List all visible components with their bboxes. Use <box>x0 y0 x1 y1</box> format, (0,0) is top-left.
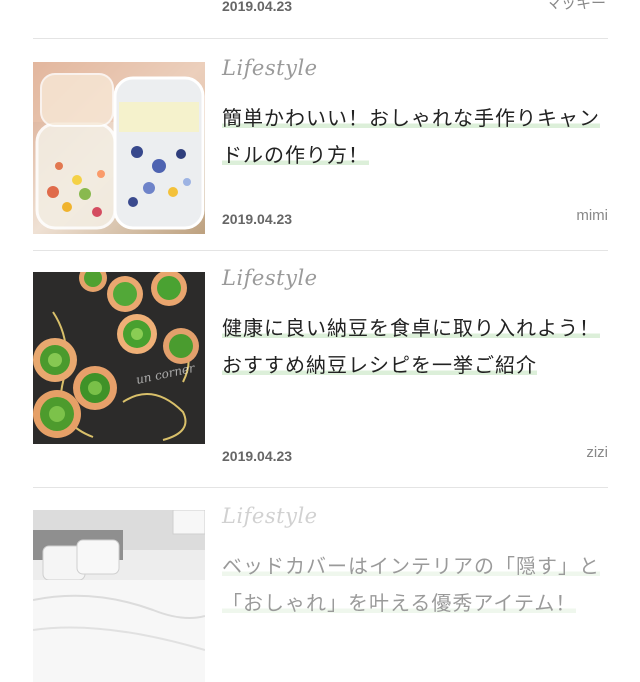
article-author: マッキー <box>545 0 606 12</box>
article-category[interactable]: Lifestyle <box>222 56 318 80</box>
article-body: Lifestyle 健康に良い納豆を食卓に取り入れよう！おすすめ納豆レシピを一挙… <box>222 266 608 464</box>
article-category[interactable]: Lifestyle <box>222 266 318 290</box>
bedroom-photo-icon <box>33 510 205 682</box>
article-thumbnail[interactable] <box>33 62 205 234</box>
article-thumbnail[interactable] <box>33 510 205 682</box>
article-title[interactable]: ベッドカバーはインテリアの「隠す」と「おしゃれ」を叶える優秀アイテム！ <box>222 548 608 622</box>
article-title-text[interactable]: 簡単かわいい！おしゃれな手作りキャンドルの作り方！ <box>222 106 600 167</box>
article-date: 2019.04.23 <box>222 0 293 14</box>
article-title-text[interactable]: 健康に良い納豆を食卓に取り入れよう！おすすめ納豆レシピを一挙ご紹介 <box>222 316 600 377</box>
article-body: Lifestyle ベッドカバーはインテリアの「隠す」と「おしゃれ」を叶える優秀… <box>222 504 608 682</box>
article-date: 2019.04.23 <box>222 448 293 464</box>
article-author: zizi <box>586 444 608 461</box>
article-title-text[interactable]: ベッドカバーはインテリアの「隠す」と「おしゃれ」を叶える優秀アイテム！ <box>222 554 600 615</box>
article-list: 2019.04.23 マッキー Lifestyle 簡単かわいい！おしゃれな手作… <box>0 0 640 682</box>
divider <box>33 250 608 251</box>
article-body: Lifestyle 簡単かわいい！おしゃれな手作りキャンドルの作り方！ 2019… <box>222 56 608 234</box>
food-rolls-photo-icon: un corner <box>33 272 205 444</box>
article-card[interactable]: Lifestyle ベッドカバーはインテリアの「隠す」と「おしゃれ」を叶える優秀… <box>33 504 608 682</box>
article-card[interactable]: un corner Lifestyle 健康に良い納豆を食卓に取り入れよう！おす… <box>33 266 608 464</box>
divider <box>33 487 608 488</box>
article-title[interactable]: 健康に良い納豆を食卓に取り入れよう！おすすめ納豆レシピを一挙ご紹介 <box>222 310 608 384</box>
article-author: mimi <box>576 207 608 224</box>
divider <box>33 38 608 39</box>
article-date: 2019.04.23 <box>222 211 293 227</box>
candle-photo-icon <box>33 62 205 234</box>
article-title[interactable]: 簡単かわいい！おしゃれな手作りキャンドルの作り方！ <box>222 100 608 174</box>
article-thumbnail[interactable]: un corner <box>33 272 205 444</box>
article-category[interactable]: Lifestyle <box>222 504 318 528</box>
article-card[interactable]: Lifestyle 簡単かわいい！おしゃれな手作りキャンドルの作り方！ 2019… <box>33 56 608 234</box>
